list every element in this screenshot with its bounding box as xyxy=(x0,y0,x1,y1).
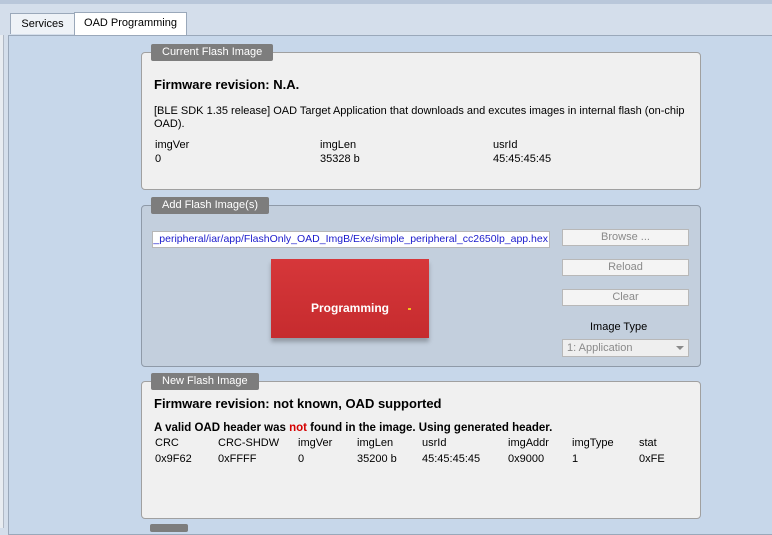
new-value-crc: 0x9F62 xyxy=(155,453,192,465)
current-header-usrid: usrId xyxy=(493,139,518,151)
chevron-down-icon xyxy=(676,346,684,350)
new-header-imgver: imgVer xyxy=(298,437,333,449)
left-splitter[interactable] xyxy=(0,35,4,528)
new-firmware-revision: Firmware revision: not known, OAD suppor… xyxy=(154,396,442,411)
window-top-strip xyxy=(0,0,772,4)
current-header-imgver: imgVer xyxy=(155,139,190,151)
new-value-imgtype: 1 xyxy=(572,453,579,465)
header-warning-message: A valid OAD header was not found in the … xyxy=(154,422,553,434)
image-type-label: Image Type xyxy=(590,321,648,333)
new-header-usrid: usrId xyxy=(422,437,447,449)
programming-spinner-icon xyxy=(408,308,411,310)
image-type-select[interactable]: 1: Application xyxy=(562,339,689,357)
tab-services[interactable]: Services xyxy=(10,13,75,34)
new-header-imgaddr: imgAddr xyxy=(508,437,549,449)
new-header-imgtype: imgType xyxy=(572,437,614,449)
new-value-imgver: 0 xyxy=(298,453,305,465)
tab-oad-programming[interactable]: OAD Programming xyxy=(74,12,187,35)
new-value-usrid: 45:45:45:45 xyxy=(422,453,481,465)
current-image-description: [BLE SDK 1.35 release] OAD Target Applic… xyxy=(154,105,685,130)
file-path-field[interactable]: mple_peripheral/iar/app/FlashOnly_OAD_Im… xyxy=(152,231,550,248)
new-header-crc-shdw: CRC-SHDW xyxy=(218,437,280,449)
new-header-crc: CRC xyxy=(155,437,179,449)
new-value-imgaddr: 0x9000 xyxy=(508,453,545,465)
programming-overlay: Programming xyxy=(271,259,429,338)
current-firmware-revision: Firmware revision: N.A. xyxy=(154,77,300,92)
current-flash-image-group: Current Flash Image Firmware revision: N… xyxy=(141,44,701,190)
add-flash-image-group: Add Flash Image(s) mple_peripheral/iar/a… xyxy=(141,197,701,367)
current-value-usrid: 45:45:45:45 xyxy=(493,153,552,165)
new-value-stat: 0xFE xyxy=(639,453,665,465)
reload-button[interactable]: Reload xyxy=(562,259,689,276)
current-value-imglen: 35328 b xyxy=(320,153,360,165)
new-flash-image-legend: New Flash Image xyxy=(151,373,259,390)
clear-button[interactable]: Clear xyxy=(562,289,689,306)
browse-button[interactable]: Browse ... xyxy=(562,229,689,246)
new-value-imglen: 35200 b xyxy=(357,453,397,465)
new-header-imglen: imgLen xyxy=(357,437,394,449)
new-header-stat: stat xyxy=(639,437,657,449)
current-flash-image-legend: Current Flash Image xyxy=(151,44,274,61)
current-header-imglen: imgLen xyxy=(320,139,357,151)
current-value-imgver: 0 xyxy=(155,153,162,165)
new-flash-image-group: New Flash Image Firmware revision: not k… xyxy=(141,373,701,519)
next-group-legend xyxy=(150,524,188,532)
programming-label: Programming xyxy=(310,301,389,315)
new-value-crc-shdw: 0xFFFF xyxy=(218,453,257,465)
add-flash-image-legend: Add Flash Image(s) xyxy=(151,197,269,214)
